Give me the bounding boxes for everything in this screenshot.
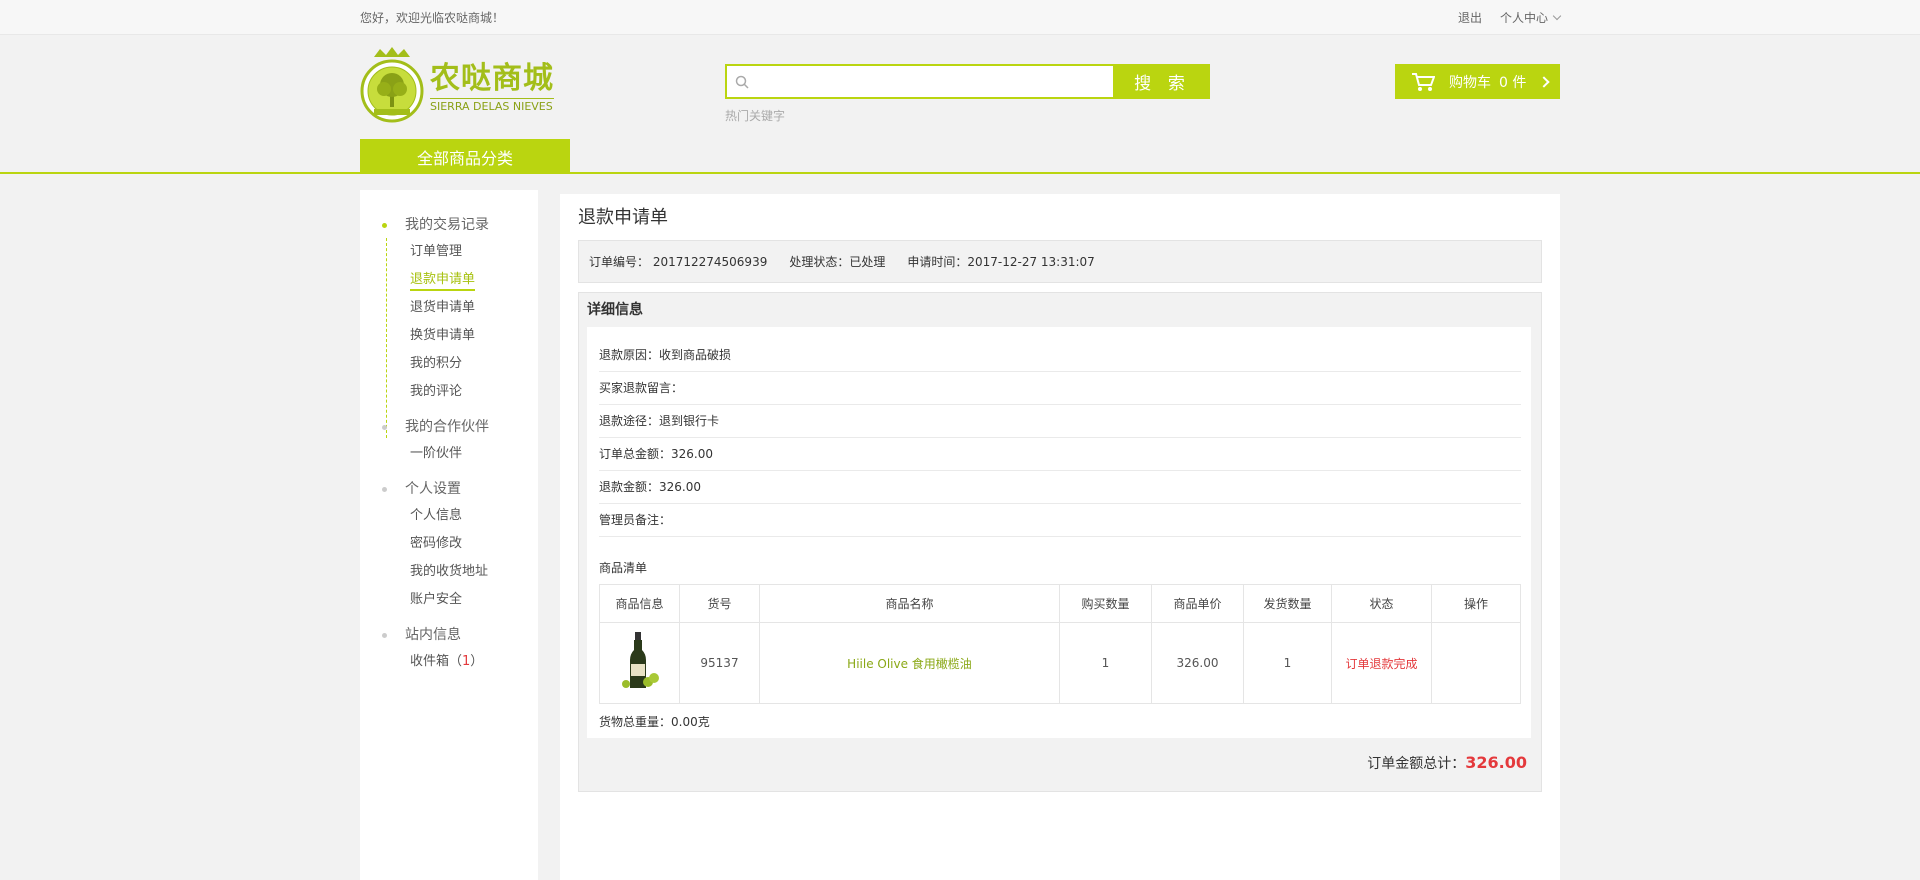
sidebar-item-points[interactable]: 我的积分: [405, 350, 538, 378]
olive-oil-bottle-image[interactable]: [617, 631, 663, 692]
inbox-suffix: ）: [470, 654, 484, 669]
column-header: 商品单价: [1151, 584, 1244, 623]
personal-center-menu[interactable]: 个人中心: [1499, 9, 1562, 26]
sidebar-item-order-management[interactable]: 订单管理: [405, 238, 538, 266]
column-header: 商品信息: [599, 584, 680, 623]
order-total: 订单总金额：326.00: [599, 438, 1521, 471]
admin-note: 管理员备注：: [599, 504, 1521, 537]
detail-panel: 详细信息 退款原因：收到商品破损 买家退款留言： 退款途径：退到银行卡 订单总金…: [578, 292, 1542, 792]
search-button[interactable]: 搜 索: [1115, 64, 1210, 99]
refund-summary-bar: 订单编号： 201712274506939 处理状态：已处理 申请时间：2017…: [578, 240, 1542, 283]
sidebar-item-addresses[interactable]: 我的收货地址: [405, 558, 538, 586]
sidebar-section-title: 站内信息: [405, 627, 461, 643]
cart-label: 购物车: [1449, 74, 1491, 91]
site-logo[interactable]: 农哒商城 SIERRA DELAS NIEVES: [360, 47, 554, 127]
order-amount-total: 订单金额总计：326.00: [1367, 753, 1527, 773]
buyer-message: 买家退款留言：: [599, 372, 1521, 405]
action-cell: [1431, 622, 1521, 704]
sidebar-item-password[interactable]: 密码修改: [405, 530, 538, 558]
sidebar-item-refund-requests[interactable]: 退款申请单: [405, 266, 538, 294]
header: 农哒商城 SIERRA DELAS NIEVES 搜 索 热门关键字 购物车 0…: [0, 35, 1920, 174]
column-header: 状态: [1331, 584, 1432, 623]
sidebar-section-settings: 个人设置 个人信息 密码修改 我的收货地址 账户安全: [360, 476, 538, 614]
product-image-cell: [599, 622, 680, 704]
sidebar-section-messages: 站内信息 收件箱（1）: [360, 622, 538, 676]
sidebar: 我的交易记录 订单管理 退款申请单 退货申请单 换货申请单 我的积分 我的评论 …: [360, 190, 538, 880]
unit-price: 326.00: [1151, 622, 1244, 704]
search-input[interactable]: [749, 66, 1113, 97]
sidebar-section-title: 我的合作伙伴: [405, 419, 489, 435]
order-status: 订单退款完成: [1331, 622, 1432, 704]
personal-center-label: 个人中心: [1499, 11, 1548, 25]
bullet-dot-icon: [382, 633, 387, 638]
sidebar-section-partners: 我的合作伙伴 一阶伙伴: [360, 414, 538, 468]
column-header: 货号: [679, 584, 760, 623]
search-bar: 搜 索: [725, 64, 1210, 99]
sidebar-section-trade: 我的交易记录 订单管理 退款申请单 退货申请单 换货申请单 我的积分 我的评论: [360, 212, 538, 438]
cart-count: 0 件: [1499, 74, 1527, 91]
bullet-dot-icon: [382, 223, 387, 228]
product-sku: 95137: [679, 622, 760, 704]
olive-tree-emblem-icon: [360, 47, 424, 123]
bullet-dot-icon: [382, 487, 387, 492]
refund-amount: 退款金额：326.00: [599, 471, 1521, 504]
goods-list-title: 商品清单: [599, 561, 648, 575]
main-panel: 退款申请单 订单编号： 201712274506939 处理状态：已处理 申请时…: [560, 194, 1560, 880]
column-header: 发货数量: [1243, 584, 1332, 623]
order-number: 订单编号： 201712274506939: [589, 255, 768, 269]
shopping-cart-icon: [1412, 72, 1435, 91]
total-label: 订单金额总计：: [1367, 756, 1466, 772]
refund-reason: 退款原因：收到商品破损: [599, 339, 1521, 372]
inbox-label: 收件箱（: [410, 654, 463, 669]
column-header: 商品名称: [759, 584, 1060, 623]
sidebar-item-first-tier-partner[interactable]: 一阶伙伴: [405, 440, 538, 468]
top-bar: 您好，欢迎光临农哒商城！ 退出 个人中心: [0, 0, 1920, 35]
sidebar-item-label: 退款申请单: [410, 272, 476, 291]
sidebar-item-exchange-requests[interactable]: 换货申请单: [405, 322, 538, 350]
search-icon: [735, 75, 749, 89]
product-name-link[interactable]: Hiile Olive 食用橄榄油: [759, 622, 1060, 704]
logout-link[interactable]: 退出: [1458, 9, 1482, 26]
total-amount: 326.00: [1465, 753, 1527, 772]
shipped-quantity: 1: [1243, 622, 1332, 704]
goods-table: 商品信息 货号 商品名称 购买数量 商品单价 发货数量 状态 操作 95137 …: [599, 584, 1521, 704]
chevron-right-icon: [1538, 75, 1551, 88]
column-header: 操作: [1431, 584, 1521, 623]
cart-button[interactable]: 购物车 0 件: [1395, 64, 1560, 99]
all-categories-button[interactable]: 全部商品分类: [360, 139, 570, 174]
sidebar-item-account-security[interactable]: 账户安全: [405, 586, 538, 614]
refund-method: 退款途径：退到银行卡: [599, 405, 1521, 438]
sidebar-item-reviews[interactable]: 我的评论: [405, 378, 538, 406]
apply-time: 申请时间：2017-12-27 13:31:07: [907, 255, 1095, 269]
welcome-text: 您好，欢迎光临农哒商城！: [360, 11, 505, 25]
sidebar-item-return-requests[interactable]: 退货申请单: [405, 294, 538, 322]
column-header: 购买数量: [1059, 584, 1152, 623]
logo-chinese-name: 农哒商城: [430, 60, 554, 96]
sidebar-item-inbox[interactable]: 收件箱（1）: [405, 648, 538, 676]
purchase-quantity: 1: [1059, 622, 1152, 704]
chevron-down-icon: [1552, 11, 1562, 21]
sidebar-section-title: 个人设置: [405, 481, 461, 497]
sidebar-section-title: 我的交易记录: [405, 217, 489, 233]
total-weight: 货物总重量：0.00克: [599, 715, 710, 729]
bullet-dot-icon: [382, 425, 387, 430]
hot-keywords-label: 热门关键字: [725, 109, 786, 123]
sidebar-item-profile[interactable]: 个人信息: [405, 502, 538, 530]
table-row: 95137 Hiile Olive 食用橄榄油 1 326.00 1 订单退款完…: [599, 622, 1521, 704]
page-title: 退款申请单: [578, 207, 668, 228]
table-header-row: 商品信息 货号 商品名称 购买数量 商品单价 发货数量 状态 操作: [599, 584, 1521, 623]
logo-english-name: SIERRA DELAS NIEVES: [430, 97, 554, 113]
process-status: 处理状态：已处理: [789, 255, 886, 269]
detail-title: 详细信息: [587, 302, 643, 318]
